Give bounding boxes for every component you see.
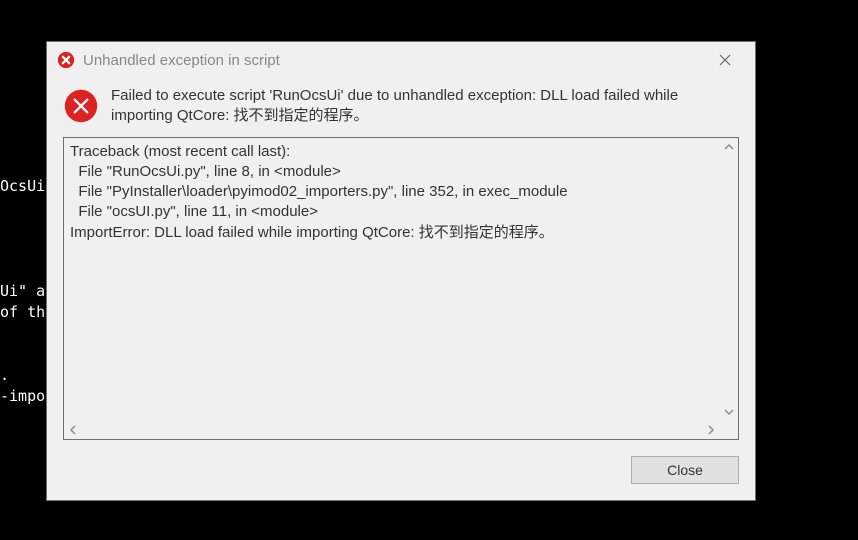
dialog-button-row: Close [47, 450, 755, 500]
traceback-textbox[interactable]: Traceback (most recent call last): File … [63, 137, 739, 441]
close-button[interactable]: Close [631, 456, 739, 484]
background-terminal-text: OcsUi Ui" a of th . -impo [0, 0, 45, 407]
scroll-left-icon[interactable] [64, 421, 82, 439]
window-close-button[interactable] [705, 48, 745, 72]
error-icon [63, 88, 99, 124]
scroll-up-icon[interactable] [720, 138, 738, 156]
dialog-title: Unhandled exception in script [83, 52, 697, 69]
scroll-right-icon[interactable] [702, 421, 720, 439]
dialog-header-message: Failed to execute script 'RunOcsUi' due … [111, 86, 739, 127]
error-dialog: Unhandled exception in script Failed to … [46, 41, 756, 501]
horizontal-scrollbar[interactable] [64, 421, 720, 439]
traceback-content: Traceback (most recent call last): File … [70, 142, 716, 418]
scroll-down-icon[interactable] [720, 403, 738, 421]
dialog-header: Failed to execute script 'RunOcsUi' due … [47, 80, 755, 137]
dialog-titlebar: Unhandled exception in script [47, 42, 755, 80]
error-icon [57, 51, 75, 69]
vertical-scrollbar[interactable] [720, 138, 738, 422]
